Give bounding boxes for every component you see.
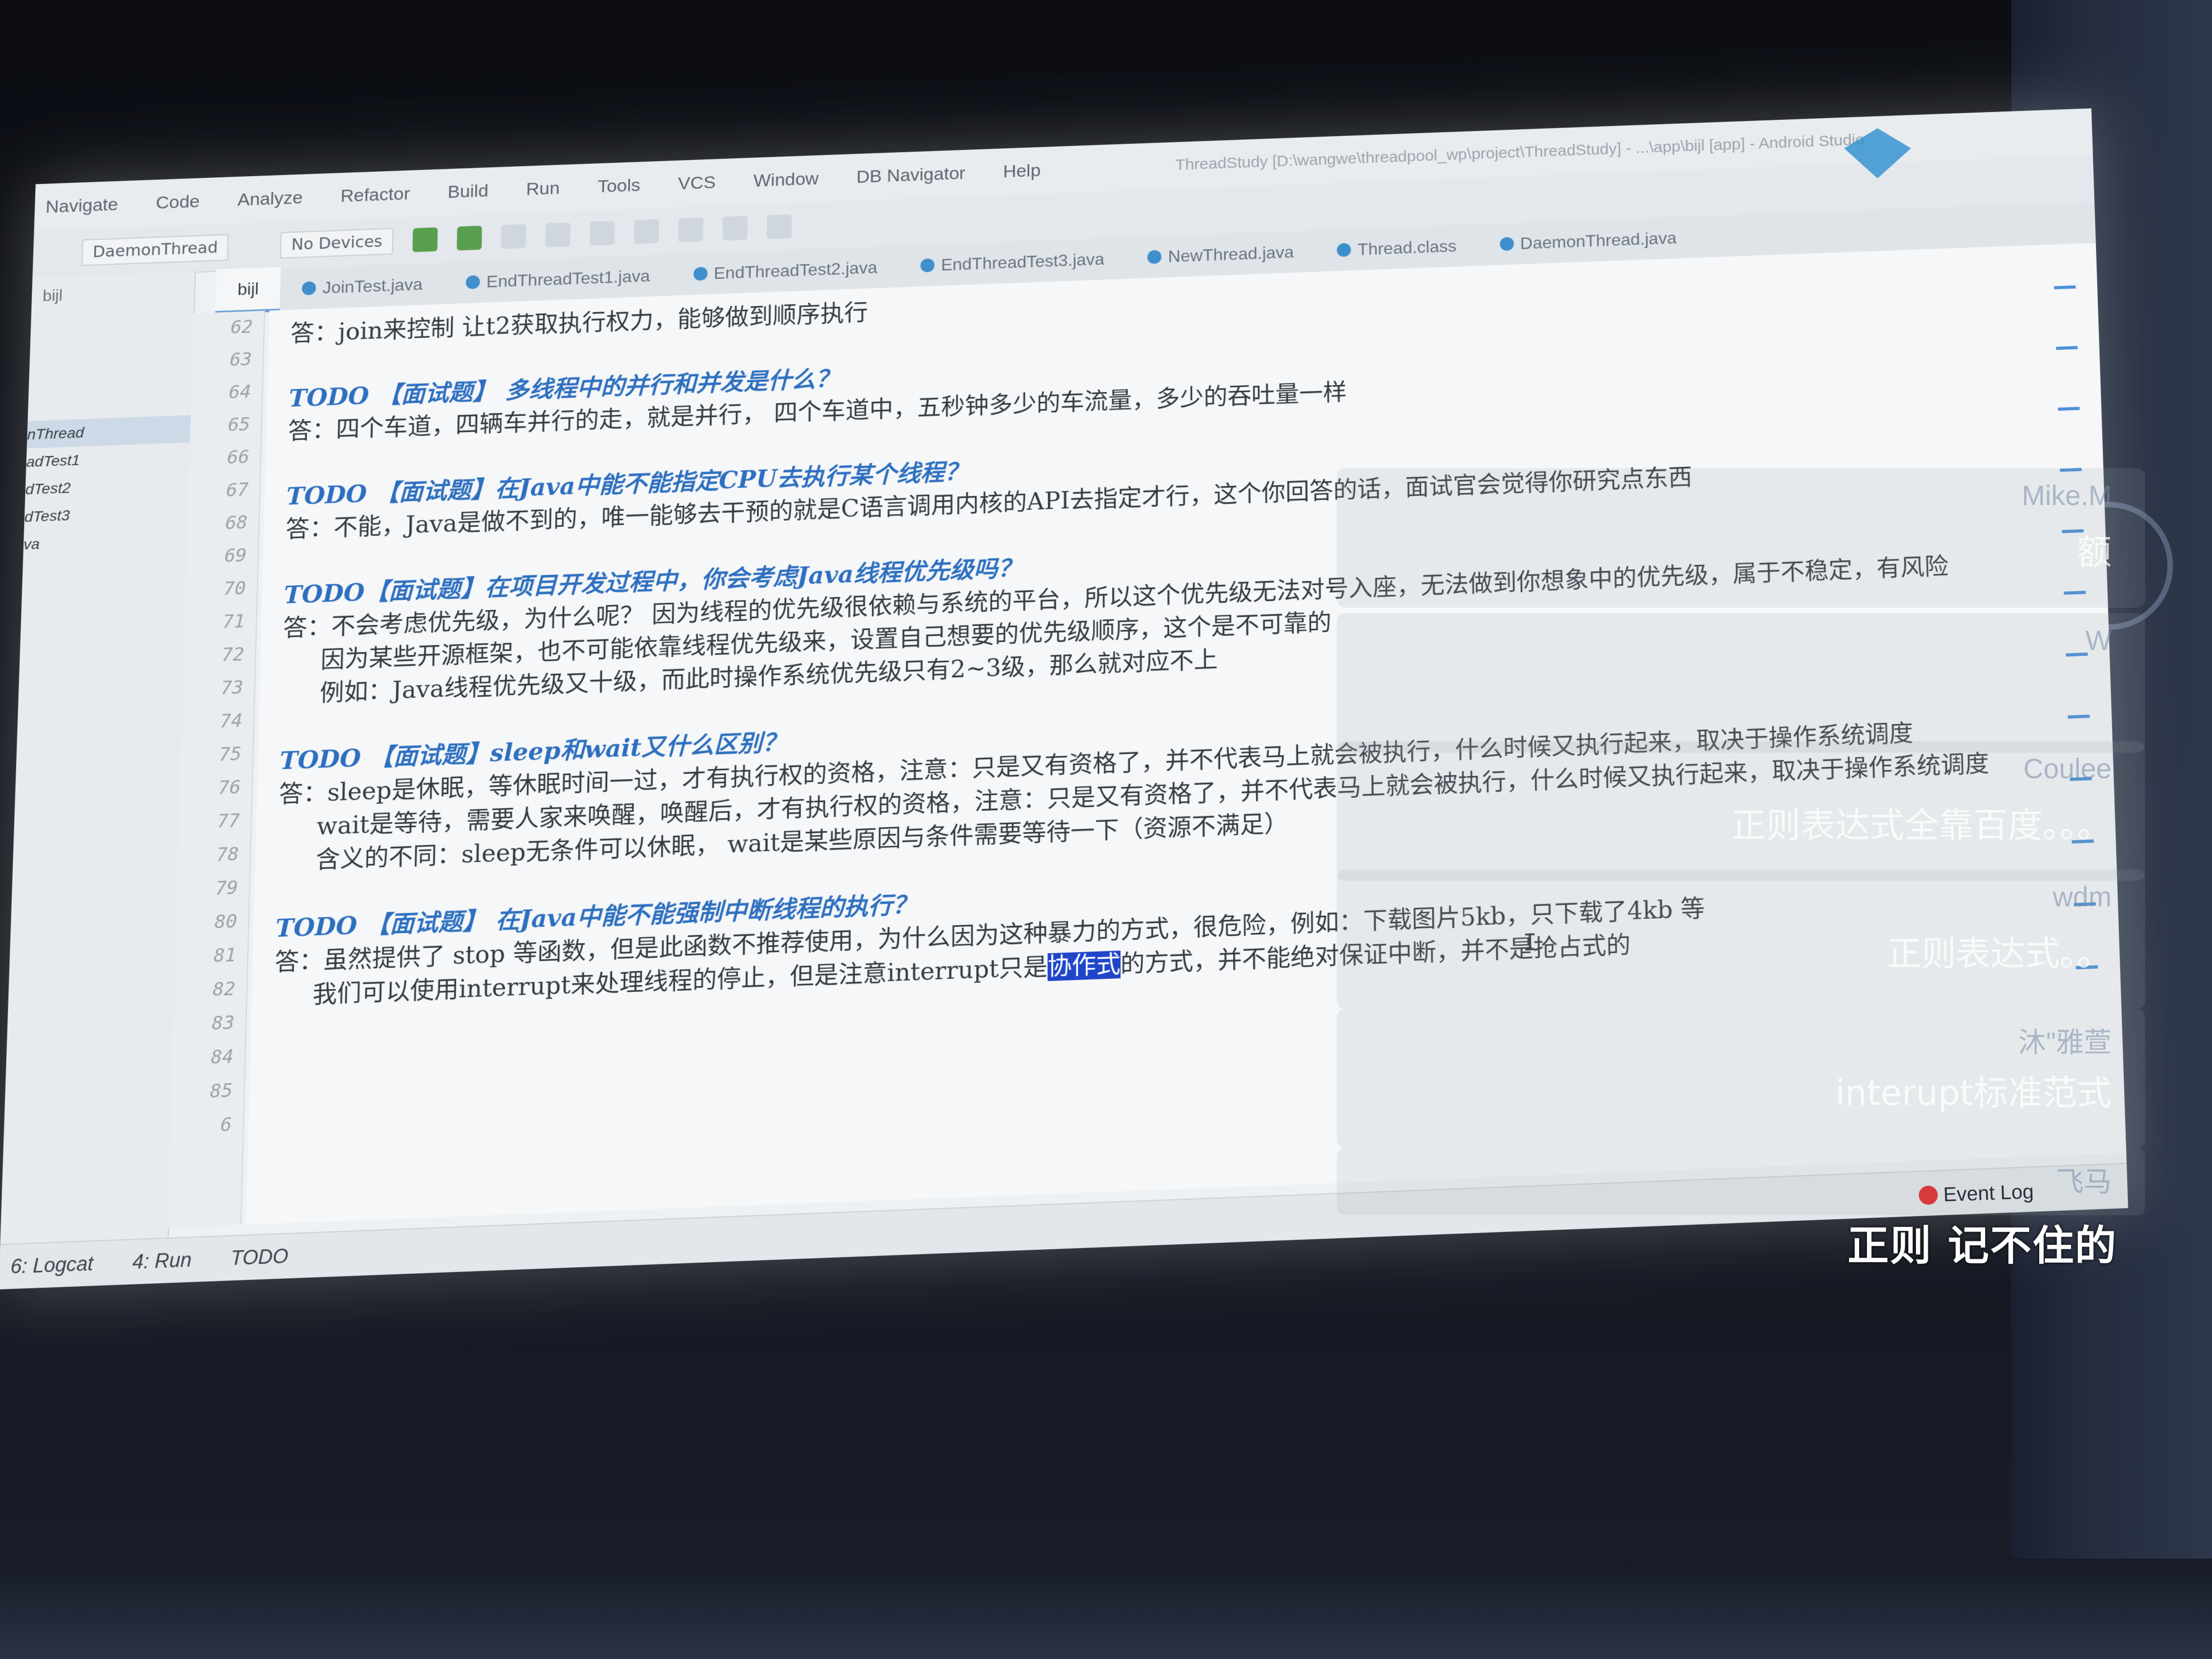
line-number: 6 — [220, 1113, 232, 1137]
project-item[interactable]: va — [23, 525, 187, 558]
tab-label: DaemonThread.java — [1520, 228, 1677, 253]
menu-db-navigator[interactable]: DB Navigator — [856, 163, 966, 187]
line-number: 67 — [226, 479, 249, 502]
line-number: 84 — [210, 1045, 234, 1069]
tab-label: Thread.class — [1357, 236, 1457, 259]
danmaku-panel: Mike.M 额 — [1337, 468, 2145, 608]
line-number: 63 — [229, 348, 253, 371]
device-select[interactable]: No Devices — [280, 227, 394, 259]
line-number: 81 — [213, 944, 237, 967]
line-number: 75 — [219, 743, 242, 766]
danmaku-message: 正则表达式全靠百度。。。 — [1731, 805, 2112, 846]
menu-refactor[interactable]: Refactor — [340, 183, 410, 206]
structure-icon[interactable] — [722, 216, 748, 241]
tablet-bottom-edge — [0, 1559, 2212, 1659]
line-number: 72 — [221, 643, 245, 666]
line-number: 74 — [220, 710, 243, 733]
tablet-frame: Navigate Code Analyze Refactor Build Run… — [0, 0, 2212, 1659]
danmaku-message: interupt标准范式 — [1835, 1073, 2112, 1113]
line-number: 71 — [222, 610, 246, 633]
danmaku-panel: Coulee 正则表达式全靠百度。。。 — [1337, 741, 2145, 881]
line-number: 62 — [230, 316, 253, 338]
line-number: 79 — [215, 877, 239, 900]
tab-label: EndThreadTest3.java — [940, 249, 1105, 274]
danmaku-panel: W — [1337, 613, 2145, 753]
java-file-icon — [465, 275, 481, 289]
line-number: 68 — [225, 512, 248, 534]
line-number: 82 — [212, 978, 236, 1001]
line-number: 66 — [226, 446, 250, 469]
danmaku-panel: wdm 正则表达式。。 — [1337, 870, 2145, 1009]
tab-label: NewThread.java — [1168, 242, 1294, 266]
line-number: 64 — [228, 381, 251, 404]
danmaku-user: W — [2085, 625, 2112, 656]
danmaku-message: 额 — [2077, 532, 2112, 573]
line-number: 85 — [210, 1079, 233, 1103]
debug-icon[interactable] — [457, 225, 482, 251]
profile-icon[interactable] — [545, 222, 571, 248]
line-number: 80 — [214, 910, 237, 934]
sync-icon[interactable] — [589, 221, 615, 246]
line-number: 76 — [217, 777, 241, 799]
project-panel-header[interactable]: bijl — [31, 271, 195, 316]
tab-label: bijl — [237, 279, 259, 299]
class-file-icon — [1337, 242, 1351, 257]
coverage-icon[interactable] — [501, 224, 527, 249]
menu-run[interactable]: Run — [526, 178, 560, 199]
event-log[interactable]: Event Log — [1918, 1180, 2034, 1207]
java-file-icon — [693, 266, 707, 281]
menu-navigate[interactable]: Navigate — [45, 195, 118, 217]
danmaku-panel: 沐"雅萱 interupt标准范式 — [1337, 1009, 2145, 1148]
line-number: 73 — [220, 677, 244, 700]
tab-jointest[interactable]: JoinTest.java — [280, 263, 445, 311]
stream-caption: 正则 记不住的 — [1847, 1222, 2117, 1270]
java-file-icon — [1499, 236, 1514, 251]
tab-label: EndThreadTest2.java — [714, 258, 877, 283]
event-log-label: Event Log — [1943, 1180, 2034, 1206]
todo-tab[interactable]: TODO — [230, 1245, 289, 1270]
run-config-select[interactable]: DaemonThread — [81, 234, 229, 266]
danmaku-user: Coulee — [2023, 753, 2112, 784]
avd-manager-icon[interactable] — [634, 219, 659, 244]
sdk-manager-icon[interactable] — [678, 217, 704, 242]
line-number: 83 — [211, 1012, 235, 1035]
menu-window[interactable]: Window — [753, 168, 818, 191]
java-file-icon — [920, 258, 935, 273]
run-icon[interactable] — [412, 227, 438, 253]
line-number: 69 — [224, 545, 248, 567]
danmaku-user: wdm — [2053, 881, 2112, 913]
menu-tools[interactable]: Tools — [598, 175, 641, 197]
danmaku-user: 沐"雅萱 — [2018, 1027, 2112, 1058]
event-log-badge-icon — [1918, 1185, 1938, 1205]
tab-thread-class[interactable]: Thread.class — [1315, 224, 1478, 271]
danmaku-user: 飞马 — [2056, 1166, 2112, 1197]
line-number: 70 — [223, 578, 246, 600]
menu-analyze[interactable]: Analyze — [237, 187, 303, 210]
tab-newthread[interactable]: NewThread.java — [1126, 230, 1316, 279]
menu-help[interactable]: Help — [1003, 160, 1041, 182]
run-tab[interactable]: 4: Run — [132, 1248, 192, 1274]
search-icon[interactable] — [767, 214, 792, 239]
tab-label: JoinTest.java — [322, 274, 423, 297]
danmaku-message: 正则表达式。。 — [1886, 933, 2112, 974]
menu-code[interactable]: Code — [156, 191, 200, 213]
project-panel: bijl nThread adTest1 dTest2 dTest3 va — [0, 271, 196, 1245]
text-selection[interactable]: 协作式 — [1047, 950, 1120, 981]
menu-build[interactable]: Build — [448, 181, 489, 202]
java-file-icon — [302, 281, 317, 295]
java-file-icon — [1147, 250, 1162, 264]
menu-vcs[interactable]: VCS — [678, 172, 716, 194]
line-number: 65 — [227, 414, 251, 436]
danmaku-user: Mike.M — [2021, 480, 2112, 511]
line-number: 78 — [216, 843, 240, 866]
logcat-tab[interactable]: 6: Logcat — [10, 1252, 94, 1278]
line-number: 77 — [217, 810, 240, 833]
tab-label: EndThreadTest1.java — [486, 266, 651, 291]
tab-bijl[interactable]: bijl — [215, 266, 281, 314]
